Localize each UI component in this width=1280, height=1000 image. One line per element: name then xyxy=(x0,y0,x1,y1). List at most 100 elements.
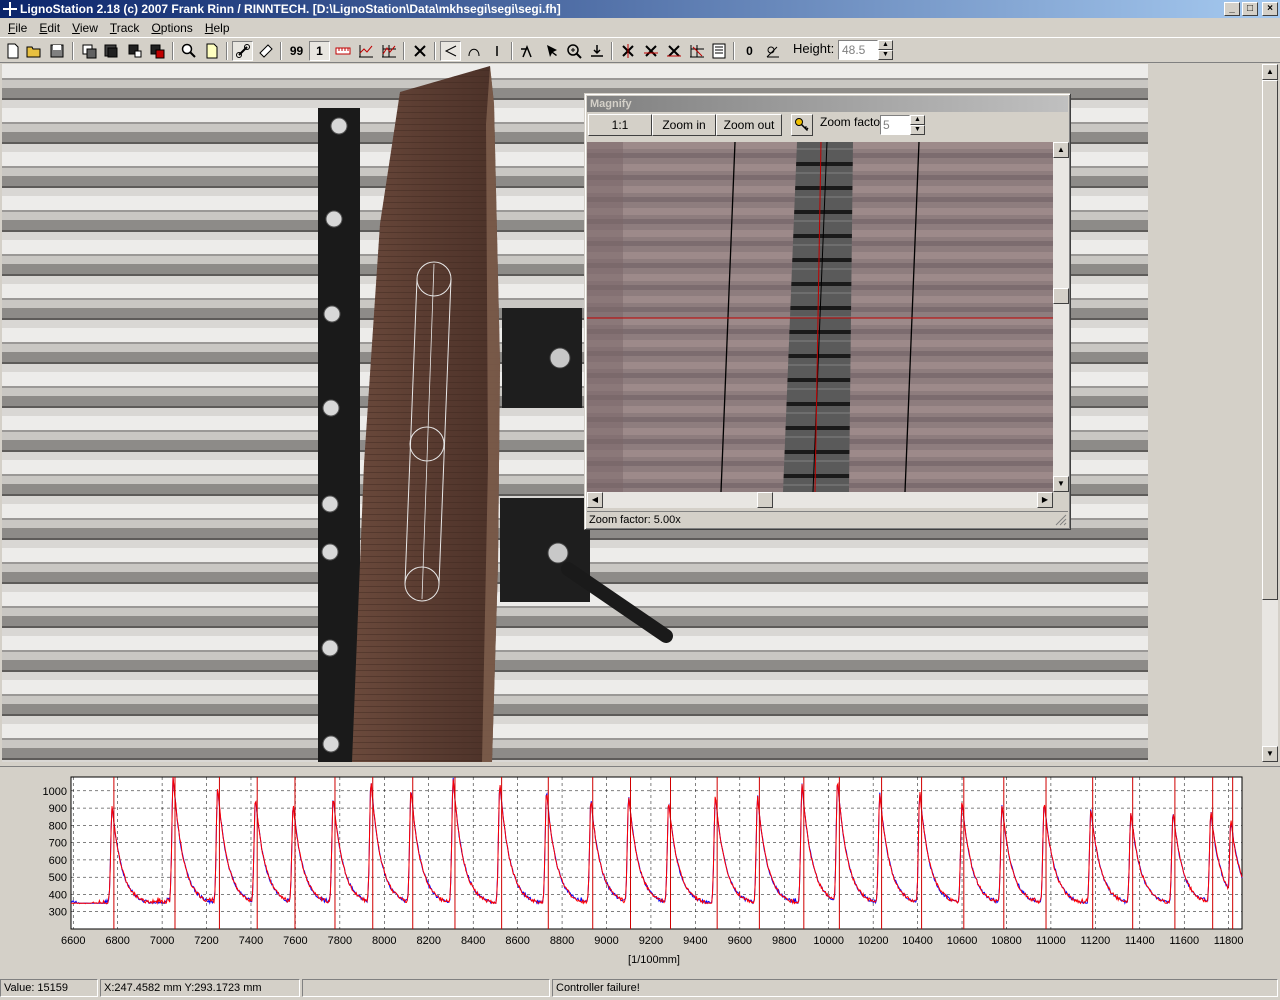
graph-icon[interactable] xyxy=(355,41,376,61)
x-tick-label: 8600 xyxy=(505,935,529,947)
download-icon[interactable] xyxy=(586,41,607,61)
spin-down-icon[interactable]: ▼ xyxy=(878,50,893,60)
density-chart-panel: 300 400 500 600 700 800 900 1000 6600 6800 7000 720… xyxy=(0,766,1280,974)
zoom-factor-input[interactable] xyxy=(880,115,910,135)
pointer-tool-icon[interactable] xyxy=(540,41,561,61)
zoom-in-button[interactable]: Zoom in xyxy=(652,114,716,136)
cut-all-icon[interactable] xyxy=(663,41,684,61)
scroll-up-icon[interactable]: ▲ xyxy=(1053,142,1069,158)
scroll-thumb[interactable] xyxy=(1053,288,1069,304)
menu-edit[interactable]: Edit xyxy=(33,19,66,37)
track-line-icon[interactable] xyxy=(486,41,507,61)
copy-all-icon[interactable] xyxy=(100,41,121,61)
scroll-thumb[interactable] xyxy=(1262,80,1278,600)
close-button[interactable]: × xyxy=(1262,2,1278,16)
track-curve-icon[interactable] xyxy=(463,41,484,61)
magnify-title: Magnify xyxy=(587,96,1068,112)
lignostation-window: LignoStation 2.18 (c) 2007 Frank Rinn / … xyxy=(0,0,1280,1000)
status-value: Value: 15159 xyxy=(0,979,98,997)
magnified-view[interactable] xyxy=(587,142,1053,492)
one-to-one-button[interactable]: 1:1 xyxy=(588,114,652,136)
scroll-up-icon[interactable]: ▲ xyxy=(1262,64,1278,80)
measure-tool-icon[interactable] xyxy=(517,41,538,61)
magnify-vertical-scrollbar[interactable]: ▲ ▼ xyxy=(1053,142,1069,492)
ruler-icon[interactable] xyxy=(255,41,276,61)
status-bar: Value: 15159 X:247.4582 mm Y:293.1723 mm… xyxy=(0,978,1280,998)
x-tick-label: 11600 xyxy=(1169,935,1199,947)
x-tick-label: 7000 xyxy=(150,935,174,947)
x-tick-label: 10400 xyxy=(902,935,933,947)
scroll-left-icon[interactable]: ◀ xyxy=(587,492,603,508)
status-empty xyxy=(302,979,550,997)
main-vertical-scrollbar[interactable]: ▲ ▼ xyxy=(1262,64,1278,762)
report-icon[interactable] xyxy=(708,41,729,61)
x-tick-label: 8800 xyxy=(550,935,574,947)
count-99-button[interactable]: 99 xyxy=(286,41,307,61)
x-tick-label: 10800 xyxy=(991,935,1022,947)
copy-image-icon[interactable] xyxy=(78,41,99,61)
height-input[interactable] xyxy=(838,40,878,60)
resize-grip-icon[interactable] xyxy=(1055,514,1067,526)
zoom-factor-spinner[interactable]: ▲ ▼ xyxy=(910,115,925,135)
menu-view[interactable]: View xyxy=(66,19,104,37)
delete-icon[interactable] xyxy=(409,41,430,61)
zoom-out-button[interactable]: Zoom out xyxy=(716,114,782,136)
save-icon[interactable] xyxy=(46,41,67,61)
minimize-button[interactable]: _ xyxy=(1224,2,1240,16)
page-icon[interactable] xyxy=(201,41,222,61)
zoom-icon[interactable] xyxy=(178,41,199,61)
menu-track[interactable]: Track xyxy=(104,19,146,37)
x-tick-label: 9400 xyxy=(683,935,707,947)
scroll-down-icon[interactable]: ▼ xyxy=(1053,476,1069,492)
x-tick-label: 9000 xyxy=(594,935,618,947)
app-icon xyxy=(3,2,17,16)
scroll-right-icon[interactable]: ▶ xyxy=(1037,492,1053,508)
new-file-icon[interactable] xyxy=(2,41,23,61)
track-angle-icon[interactable] xyxy=(440,41,461,61)
key-icon[interactable] xyxy=(791,114,813,136)
zero-button[interactable]: 0 xyxy=(739,41,760,61)
scroll-thumb[interactable] xyxy=(757,492,773,508)
height-spinner[interactable]: ▲ ▼ xyxy=(878,40,893,60)
y-tick-label: 800 xyxy=(49,820,67,832)
menu-file[interactable]: File xyxy=(2,19,33,37)
x-tick-label: 7800 xyxy=(328,935,352,947)
plot-area xyxy=(70,776,1243,930)
y-tick-label: 700 xyxy=(49,838,67,850)
x-tick-label: 11400 xyxy=(1125,935,1155,947)
x-tick-label: 10000 xyxy=(813,935,844,947)
density-chart[interactable]: 300 400 500 600 700 800 900 1000 6600 6800 7000 720… xyxy=(0,767,1280,975)
graph-grid-icon[interactable] xyxy=(378,41,399,61)
x-tick-label: 6600 xyxy=(61,935,85,947)
x-tick-label: 10600 xyxy=(947,935,978,947)
x-tick-label: 11800 xyxy=(1214,935,1244,947)
link-icon[interactable] xyxy=(232,41,253,61)
x-tick-label: 10200 xyxy=(858,935,889,947)
status-message: Controller failure! xyxy=(552,979,1278,997)
spin-up-icon[interactable]: ▲ xyxy=(910,115,925,125)
scroll-down-icon[interactable]: ▼ xyxy=(1262,746,1278,762)
spin-down-icon[interactable]: ▼ xyxy=(910,125,925,135)
export-icon[interactable] xyxy=(124,41,145,61)
menu-options[interactable]: Options xyxy=(145,19,198,37)
magnify-horizontal-scrollbar[interactable]: ◀ ▶ xyxy=(587,492,1053,508)
menu-help[interactable]: Help xyxy=(199,19,236,37)
open-folder-icon[interactable] xyxy=(23,41,44,61)
cut-red-icon[interactable] xyxy=(617,41,638,61)
y-tick-label: 1000 xyxy=(43,786,67,798)
window-title: LignoStation 2.18 (c) 2007 Frank Rinn / … xyxy=(20,2,561,16)
x-tick-label: 11200 xyxy=(1080,935,1110,947)
ruler-scale-icon[interactable] xyxy=(332,41,353,61)
x-tick-label: 11000 xyxy=(1036,935,1066,947)
spin-up-icon[interactable]: ▲ xyxy=(878,40,893,50)
zoom-tool-icon[interactable] xyxy=(563,41,584,61)
toolbar: 99 1 0 xyxy=(0,37,1280,63)
status-coords: X:247.4582 mm Y:293.1723 mm xyxy=(100,979,300,997)
print-icon[interactable] xyxy=(146,41,167,61)
cut-blue-icon[interactable] xyxy=(640,41,661,61)
chart-grid-icon[interactable] xyxy=(686,41,707,61)
zero-angle-icon[interactable] xyxy=(762,41,783,61)
maximize-button[interactable]: □ xyxy=(1242,2,1258,16)
count-1-button[interactable]: 1 xyxy=(309,41,330,61)
x-tick-label: 9600 xyxy=(728,935,752,947)
